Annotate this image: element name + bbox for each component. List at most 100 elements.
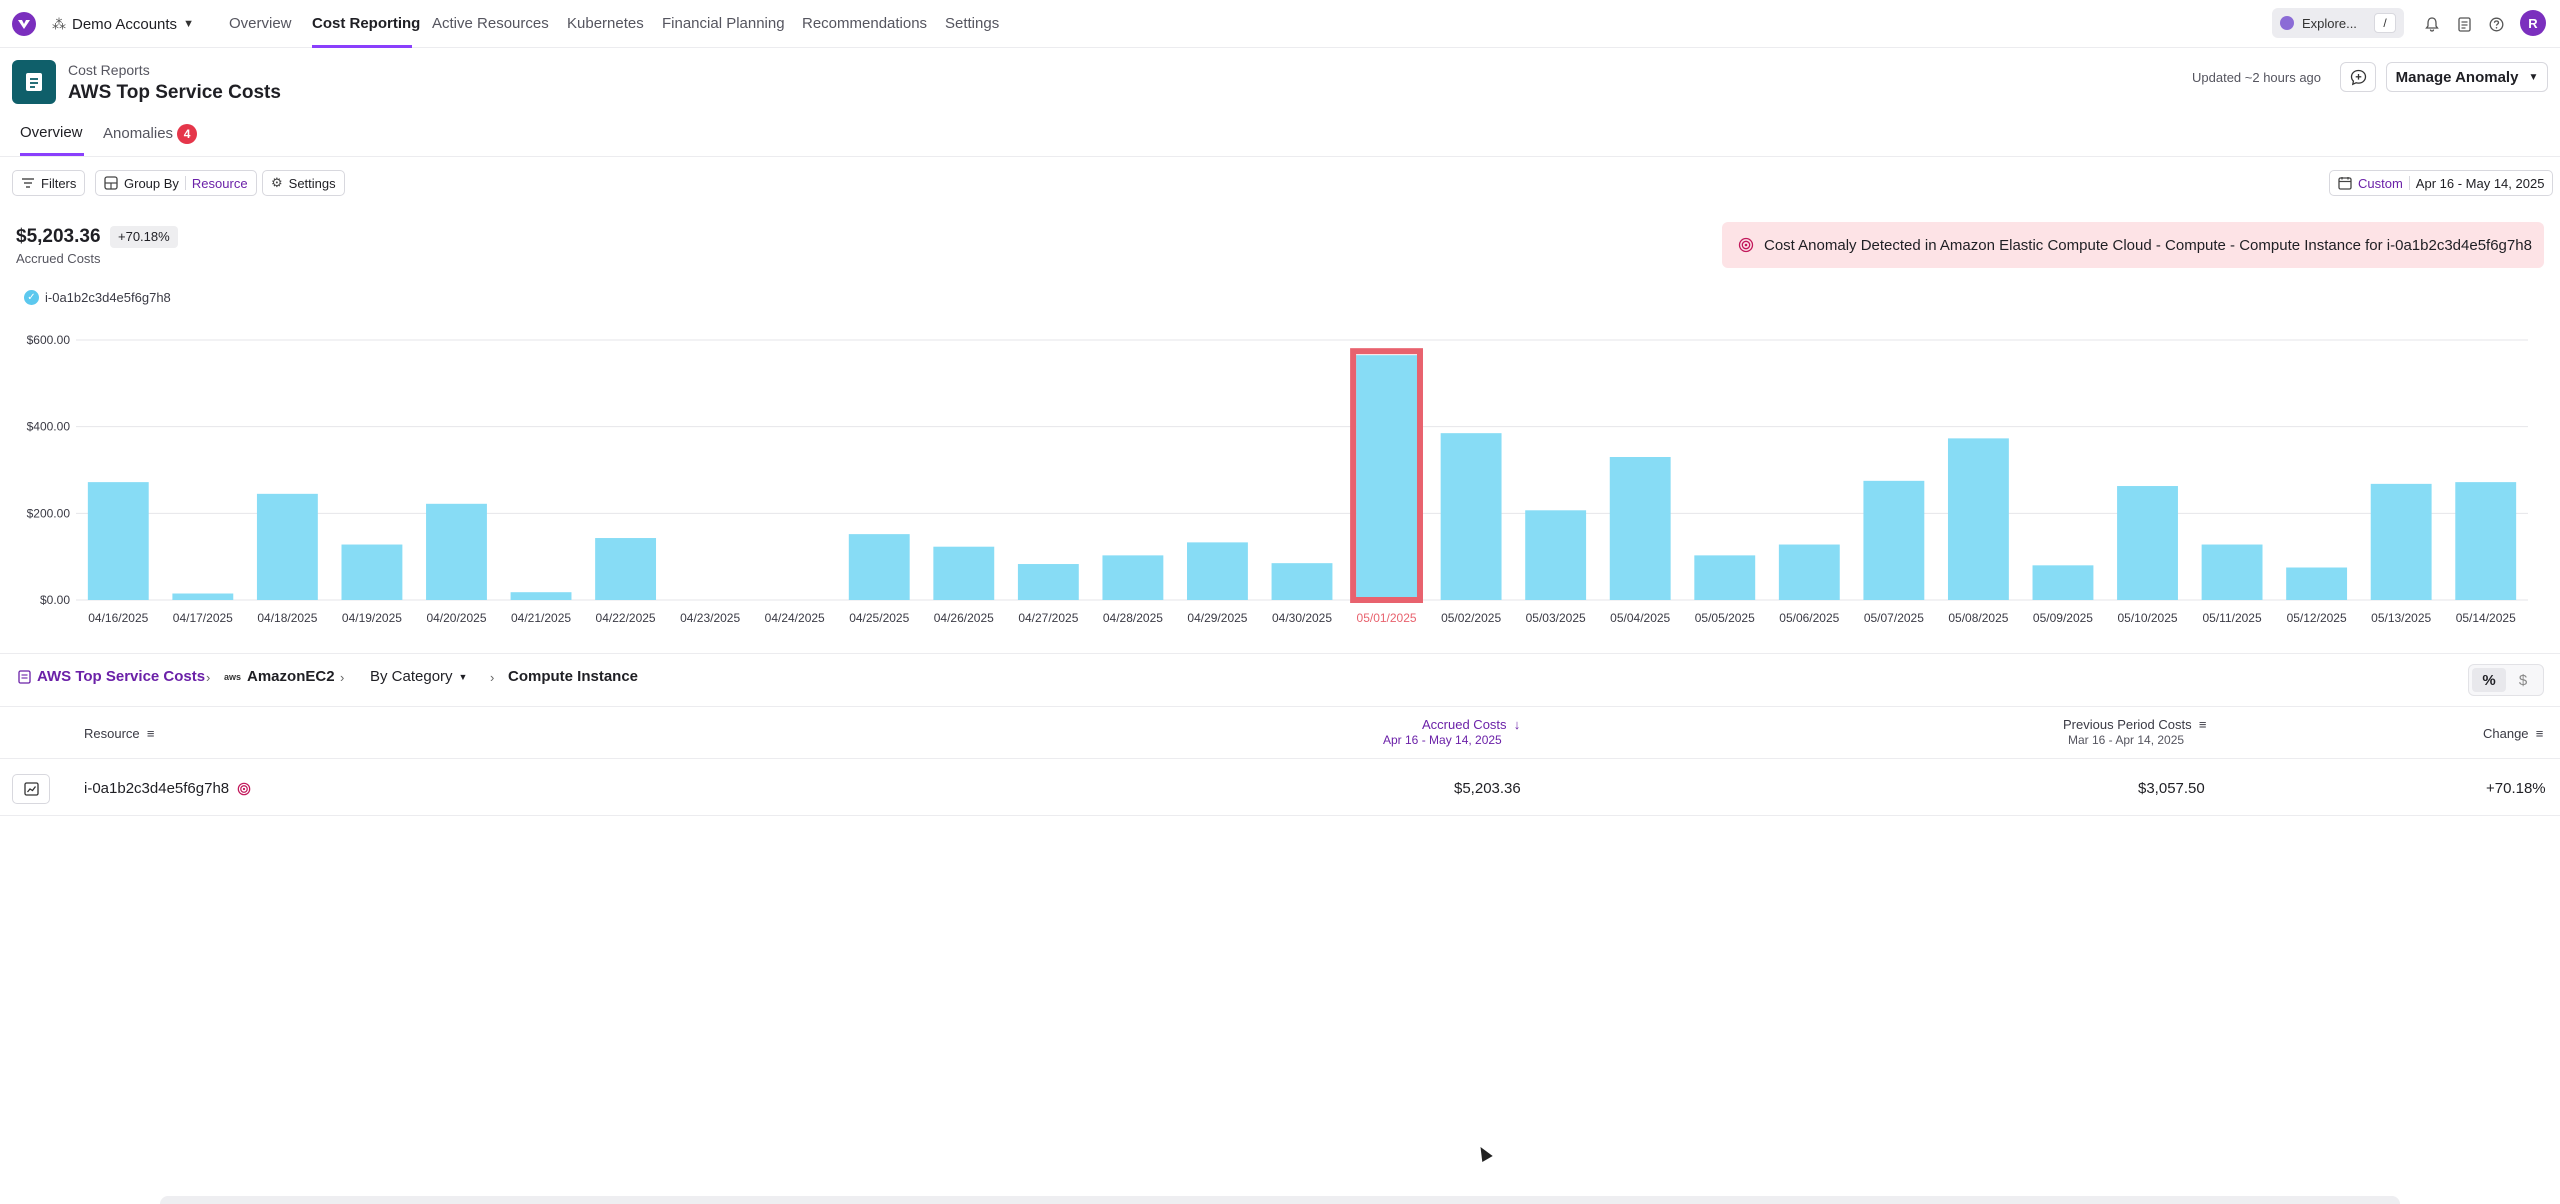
- tab-anomalies-label: Anomalies: [103, 124, 174, 142]
- bar[interactable]: [933, 546, 995, 600]
- bar[interactable]: [1187, 542, 1248, 600]
- divider: [0, 156, 2560, 157]
- date-range-picker[interactable]: Custom Apr 16 - May 14, 2025: [2329, 170, 2554, 196]
- bar[interactable]: [1778, 544, 1840, 600]
- table-row[interactable]: i-0a1b2c3d4e5f6g7h8: [84, 780, 251, 797]
- group-by-value: Resource: [191, 175, 248, 191]
- nav-active-resources[interactable]: Active Resources: [432, 15, 549, 32]
- settings-label: Settings: [288, 175, 336, 191]
- bar[interactable]: [1271, 563, 1333, 600]
- bar[interactable]: [1609, 457, 1671, 600]
- chevron-down-icon: ▼: [2528, 71, 2539, 83]
- change-badge: +70.18%: [110, 226, 178, 248]
- open-resource-chart-button[interactable]: [12, 774, 50, 804]
- bar[interactable]: [595, 538, 657, 600]
- bar[interactable]: [256, 493, 318, 600]
- nav-overview[interactable]: Overview: [229, 15, 292, 32]
- bar[interactable]: [1525, 510, 1587, 600]
- manage-anomaly-button[interactable]: Manage Anomaly ▼: [2386, 62, 2548, 92]
- nav-cost-reporting[interactable]: Cost Reporting: [312, 15, 420, 32]
- tab-overview[interactable]: Overview: [20, 124, 83, 141]
- column-header-change[interactable]: Change ≡: [2483, 726, 2543, 741]
- breadcrumb-current: Compute Instance: [508, 668, 638, 685]
- x-tick-label: 04/24/2025: [765, 611, 825, 625]
- arrow-down-icon: ↓: [1510, 717, 1521, 732]
- account-switcher[interactable]: ⁂ Demo Accounts ▼: [52, 14, 194, 34]
- comment-plus-icon: [2350, 69, 2366, 85]
- value-mode-toggle[interactable]: % $: [2468, 664, 2544, 696]
- previous-date-range: Mar 16 - Apr 14, 2025: [2068, 733, 2185, 747]
- sort-icon: ≡: [143, 726, 155, 741]
- bar[interactable]: [1017, 564, 1079, 600]
- comment-button[interactable]: [2340, 62, 2376, 92]
- x-tick-label: 04/17/2025: [173, 611, 233, 625]
- breadcrumb-category-dropdown[interactable]: By Category ▼: [370, 668, 467, 685]
- column-header-resource[interactable]: Resource ≡: [84, 726, 154, 741]
- app-logo-icon[interactable]: [12, 12, 36, 36]
- account-name: Demo Accounts: [72, 15, 178, 33]
- nav-financial-planning[interactable]: Financial Planning: [662, 15, 785, 32]
- y-tick-label: $600.00: [27, 333, 71, 347]
- bar[interactable]: [2370, 483, 2432, 600]
- help-icon[interactable]: [2486, 14, 2506, 34]
- x-tick-label: 04/21/2025: [511, 611, 571, 625]
- filters-label: Filters: [41, 175, 77, 191]
- anomaly-alert-banner[interactable]: Cost Anomaly Detected in Amazon Elastic …: [1722, 222, 2544, 268]
- x-tick-label: 05/06/2025: [1779, 611, 1839, 625]
- user-avatar[interactable]: R: [2520, 10, 2546, 36]
- breadcrumb-root[interactable]: AWS Top Service Costs: [18, 668, 205, 685]
- bar[interactable]: [1102, 555, 1164, 600]
- bar[interactable]: [2286, 567, 2348, 601]
- chevron-right-icon: ›: [206, 670, 211, 685]
- bar[interactable]: [1694, 555, 1756, 600]
- separator: [184, 176, 186, 190]
- chevron-down-icon: ▼: [183, 18, 194, 30]
- x-tick-label: 05/02/2025: [1441, 611, 1501, 625]
- percent-toggle[interactable]: %: [2472, 668, 2506, 692]
- bar[interactable]: [1863, 480, 1925, 600]
- column-header-previous[interactable]: Previous Period Costs ≡: [2063, 717, 2206, 732]
- column-header-resource-label: Resource: [84, 726, 140, 741]
- bar[interactable]: [172, 593, 234, 601]
- dollar-toggle[interactable]: $: [2506, 668, 2540, 692]
- explore-search[interactable]: Explore... /: [2272, 8, 2404, 38]
- change-cell: +70.18%: [2486, 780, 2546, 797]
- bar[interactable]: [2117, 486, 2178, 600]
- chart-legend-item[interactable]: ✓ i-0a1b2c3d4e5f6g7h8: [24, 290, 171, 305]
- nav-recommendations[interactable]: Recommendations: [802, 15, 927, 32]
- anomalies-count-badge: 4: [177, 124, 198, 144]
- x-tick-label: 05/04/2025: [1610, 611, 1670, 625]
- bell-icon[interactable]: [2422, 14, 2442, 34]
- bar[interactable]: [1356, 355, 1417, 600]
- tab-anomalies[interactable]: Anomalies 4: [103, 124, 198, 144]
- shortcut-key: /: [2374, 13, 2396, 33]
- bar[interactable]: [510, 592, 572, 600]
- document-icon[interactable]: [2454, 14, 2474, 34]
- bar[interactable]: [87, 482, 149, 600]
- x-tick-label: 04/29/2025: [1187, 611, 1247, 625]
- settings-button[interactable]: ⚙ Settings: [262, 170, 345, 196]
- x-tick-label: 04/18/2025: [257, 611, 317, 625]
- bar[interactable]: [1947, 438, 2009, 600]
- total-cost: $5,203.36: [16, 226, 101, 247]
- anomaly-target-icon: [1738, 237, 1754, 253]
- bar[interactable]: [2455, 482, 2517, 600]
- bar[interactable]: [341, 544, 403, 600]
- x-tick-label: 04/20/2025: [426, 611, 486, 625]
- x-tick-label: 05/01/2025: [1357, 611, 1417, 625]
- breadcrumb-category-label: By Category: [370, 668, 453, 685]
- filters-button[interactable]: Filters: [12, 170, 86, 196]
- column-header-accrued[interactable]: Accrued Costs ↓: [1422, 717, 1520, 732]
- nav-kubernetes[interactable]: Kubernetes: [567, 15, 644, 32]
- nav-settings[interactable]: Settings: [945, 15, 999, 32]
- x-tick-label: 05/03/2025: [1526, 611, 1586, 625]
- bar[interactable]: [1440, 433, 1502, 600]
- bar[interactable]: [2201, 544, 2263, 600]
- breadcrumb-service[interactable]: aws AmazonEC2: [224, 668, 335, 685]
- header-breadcrumb[interactable]: Cost Reports: [68, 62, 150, 78]
- bar[interactable]: [2032, 565, 2094, 600]
- bar[interactable]: [848, 534, 910, 600]
- x-tick-label: 04/25/2025: [849, 611, 909, 625]
- group-by-button[interactable]: Group By Resource: [95, 170, 257, 196]
- bar[interactable]: [426, 503, 487, 600]
